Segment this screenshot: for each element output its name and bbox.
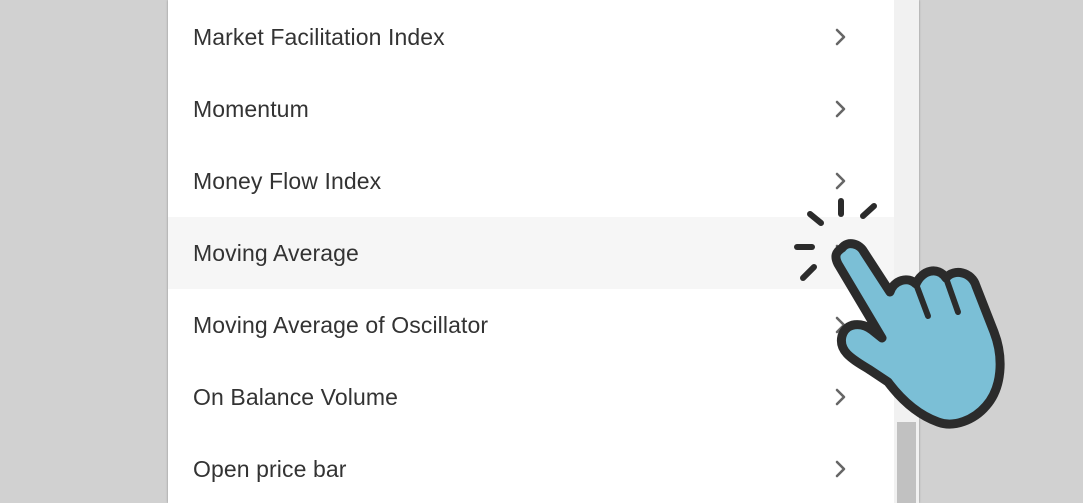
menu-item-label: Moving Average bbox=[193, 239, 359, 266]
menu-item-label: Moving Average of Oscillator bbox=[193, 311, 489, 338]
menu-item-label: Money Flow Index bbox=[193, 167, 382, 194]
chevron-right-icon bbox=[835, 172, 846, 190]
screen: Market Facilitation Index Momentum Money… bbox=[0, 0, 1083, 503]
pointing-hand-click-icon bbox=[794, 198, 1005, 429]
menu-item-label: Open price bar bbox=[193, 455, 347, 482]
chevron-right-icon bbox=[835, 460, 846, 478]
menu-item-label: Market Facilitation Index bbox=[193, 23, 445, 50]
menu-item-momentum[interactable]: Momentum bbox=[168, 73, 894, 145]
menu-item-open-price-bar[interactable]: Open price bar bbox=[168, 433, 894, 503]
chevron-right-icon bbox=[835, 28, 846, 46]
menu-item-moving-average[interactable]: Moving Average bbox=[168, 217, 894, 289]
menu-item-label: Momentum bbox=[193, 95, 309, 122]
menu-item-market-facilitation-index[interactable]: Market Facilitation Index bbox=[168, 1, 894, 73]
menu-item-money-flow-index[interactable]: Money Flow Index bbox=[168, 145, 894, 217]
menu-item-label: On Balance Volume bbox=[193, 383, 398, 410]
chevron-right-icon bbox=[835, 100, 846, 118]
menu-item-moving-average-of-oscillator[interactable]: Moving Average of Oscillator bbox=[168, 289, 894, 361]
menu-item-on-balance-volume[interactable]: On Balance Volume bbox=[168, 361, 894, 433]
